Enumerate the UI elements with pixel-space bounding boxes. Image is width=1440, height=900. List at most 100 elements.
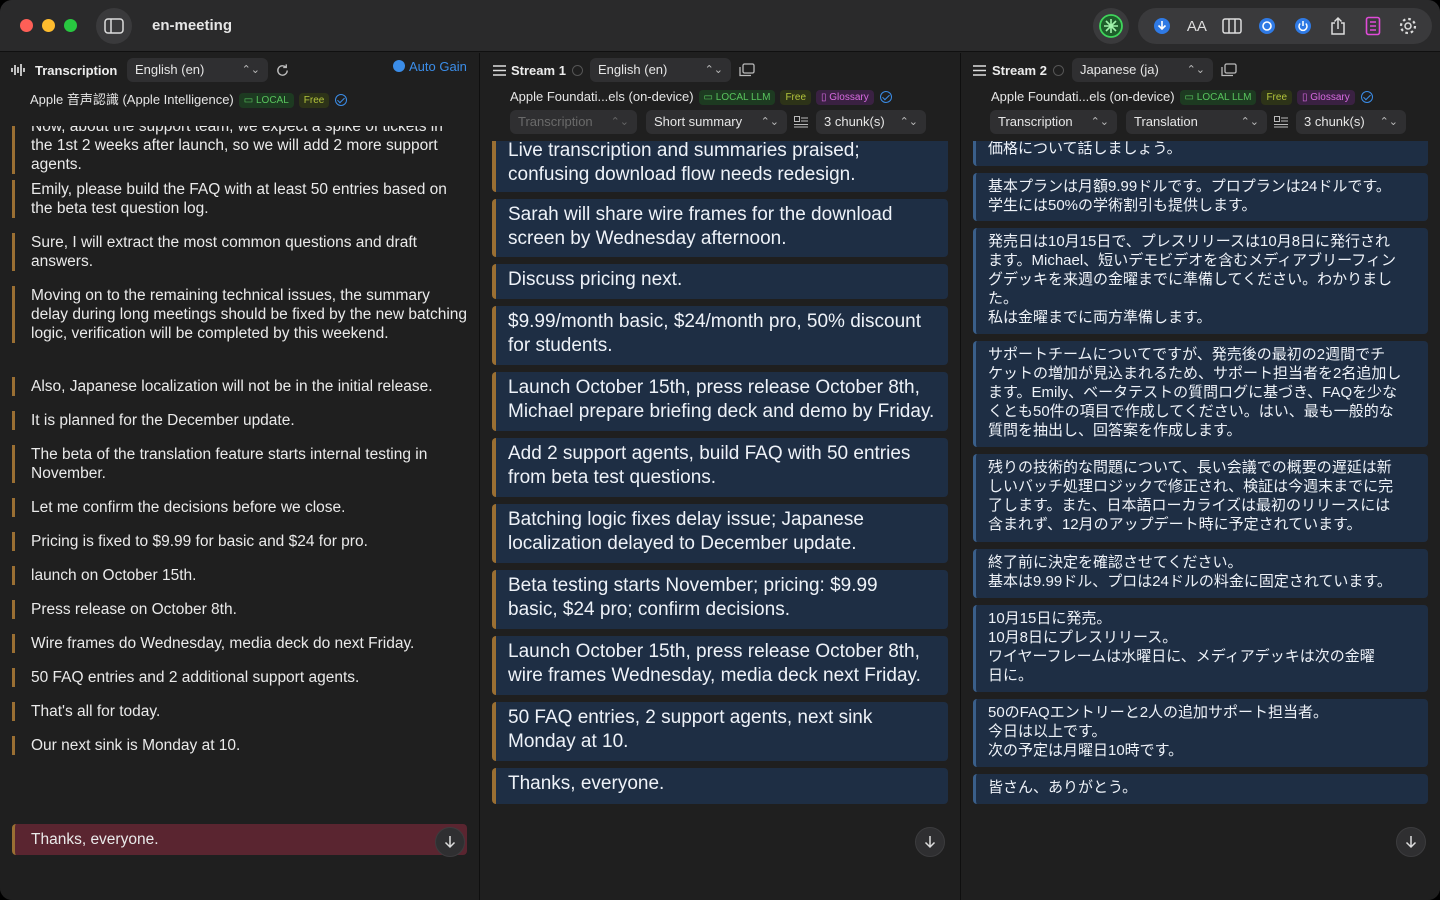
gear-icon [1400, 17, 1417, 35]
power-button[interactable] [1290, 13, 1316, 39]
auto-gain-icon [393, 60, 405, 72]
list-item[interactable]: The beta of the translation feature star… [12, 445, 467, 483]
engine-row[interactable]: Apple Foundati...els (on-device) ▭ LOCAL … [991, 89, 1373, 105]
window-title: en-meeting [152, 17, 233, 34]
local-badge: ▭ LOCAL [238, 93, 294, 108]
engine-name: Apple 音声認識 (Apple Intelligence) [30, 92, 234, 107]
translation-card[interactable]: 価格について話しましょう。 [973, 141, 1428, 166]
summary-card[interactable]: Live transcription and summaries praised… [492, 141, 948, 192]
chip-icon: ▭ [703, 92, 716, 103]
mode-select[interactable]: Translation ⌃⌄ [1126, 110, 1267, 134]
summary-card[interactable]: Add 2 support agents, build FAQ with 50 … [492, 438, 948, 497]
local-label: LOCAL LLM [1196, 92, 1252, 103]
copy-icon[interactable] [1221, 63, 1237, 77]
download-button[interactable] [1149, 13, 1175, 39]
chevron-updown-icon: ⌃⌄ [1240, 116, 1259, 128]
transcription-column: Transcription English (en) ⌃⌄ Auto Gain A… [0, 53, 479, 900]
waveform-icon [11, 64, 25, 76]
summary-card[interactable]: 50 FAQ entries, 2 support agents, next s… [492, 702, 948, 761]
transcript-list[interactable]: Now, about the support team, we expect a… [12, 126, 472, 886]
scroll-to-bottom-button[interactable] [435, 827, 465, 857]
chevron-updown-icon: ⌃⌄ [704, 64, 723, 76]
toolbar-group: AA [1138, 8, 1432, 44]
free-badge: Free [298, 93, 330, 108]
record-button[interactable] [1254, 13, 1280, 39]
translation-card[interactable]: 発売日は10月15日で、プレスリリースは10月8日に発行され ます。Michae… [973, 228, 1428, 334]
translation-card[interactable]: 基本プランは月額9.99ドルです。プロプランは24ドルです。 学生には50%の学… [973, 173, 1428, 221]
source-select[interactable]: Transcription ⌃⌄ [990, 110, 1117, 134]
scroll-to-bottom-button[interactable] [915, 827, 945, 857]
scroll-to-bottom-button[interactable] [1396, 827, 1426, 857]
language-select[interactable]: English (en) ⌃⌄ [127, 58, 268, 82]
list-item[interactable]: Pricing is fixed to $9.99 for basic and … [12, 532, 467, 551]
sidebar-toggle-button[interactable] [96, 8, 132, 44]
columns-button[interactable] [1219, 13, 1245, 39]
zoom-window-button[interactable] [64, 19, 77, 32]
list-item[interactable]: 50 FAQ entries and 2 additional support … [12, 668, 467, 687]
list-item[interactable]: launch on October 15th. [12, 566, 467, 585]
chunk-select[interactable]: 3 chunk(s) ⌃⌄ [816, 110, 926, 134]
list-item[interactable]: Wire frames do Wednesday, media deck do … [12, 634, 467, 653]
summary-list[interactable]: Live transcription and summaries praised… [492, 141, 952, 886]
summary-card[interactable]: Launch October 15th, press release Octob… [492, 636, 948, 695]
translation-card[interactable]: 皆さん、ありがとう。 [973, 774, 1428, 804]
auto-gain-label: Auto Gain [409, 59, 467, 74]
list-item[interactable]: Now, about the support team, we expect a… [12, 126, 467, 174]
check-circle-icon[interactable] [879, 91, 892, 103]
arrow-down-icon [1405, 836, 1417, 849]
list-item[interactable]: Sure, I will extract the most common que… [12, 233, 467, 271]
summary-card[interactable]: Discuss pricing next. [492, 264, 948, 299]
engine-name: Apple Foundati...els (on-device) [991, 89, 1175, 104]
list-item[interactable]: Moving on to the remaining technical iss… [12, 286, 467, 343]
arrow-down-icon [444, 836, 456, 849]
translation-list[interactable]: 価格について話しましょう。 基本プランは月額9.99ドルです。プロプランは24ド… [973, 141, 1433, 886]
chunk-select[interactable]: 3 chunk(s) ⌃⌄ [1296, 110, 1406, 134]
summary-card[interactable]: Batching logic fixes delay issue; Japane… [492, 504, 948, 563]
language-select[interactable]: English (en) ⌃⌄ [590, 58, 731, 82]
engine-row[interactable]: Apple 音声認識 (Apple Intelligence) ▭ LOCAL Fr… [30, 89, 348, 108]
notebook-button[interactable] [1360, 13, 1386, 39]
mode-select[interactable]: Short summary ⌃⌄ [646, 110, 787, 134]
chevron-updown-icon: ⌃⌄ [1090, 116, 1109, 128]
translation-card[interactable]: サポートチームについてですが、発売後の最初の2週間でチ ケットの増加が見込まれる… [973, 341, 1428, 447]
list-item[interactable]: Our next sink is Monday at 10. [12, 736, 467, 755]
glossary-badge: ▯ Glossary [1297, 90, 1355, 105]
font-size-button[interactable]: AA [1184, 13, 1210, 39]
mode-value: Short summary [654, 114, 743, 129]
check-circle-icon[interactable] [335, 94, 348, 106]
chunk-value: 3 chunk(s) [1304, 114, 1365, 129]
summary-card[interactable]: Sarah will share wire frames for the dow… [492, 199, 948, 257]
list-item[interactable]: Press release on October 8th. [12, 600, 467, 619]
minimize-window-button[interactable] [42, 19, 55, 32]
translation-card[interactable]: 終了前に決定を確認させてください。 基本は9.99ドル、プロは24ドルの料金に固… [973, 549, 1428, 598]
language-value: English (en) [598, 62, 668, 77]
refresh-icon[interactable] [275, 63, 290, 78]
summary-card[interactable]: Thanks, everyone. [492, 768, 948, 804]
list-item[interactable]: Emily, please build the FAQ with at leas… [12, 180, 467, 218]
live-mode-button[interactable] [1093, 8, 1129, 44]
chevron-updown-icon: ⌃⌄ [760, 116, 779, 128]
list-item[interactable]: Let me confirm the decisions before we c… [12, 498, 467, 517]
free-badge: Free [780, 90, 811, 105]
engine-row[interactable]: Apple Foundati...els (on-device) ▭ LOCAL … [510, 89, 892, 105]
translation-card[interactable]: 50のFAQエントリーと2人の追加サポート担当者。 今日は以上です。 次の予定は… [973, 699, 1428, 767]
list-item-highlighted[interactable]: Thanks, everyone. [12, 824, 467, 855]
translation-card[interactable]: 10月15日に発売。 10月8日にプレスリリース。 ワイヤーフレームは水曜日に、… [973, 605, 1428, 692]
close-window-button[interactable] [20, 19, 33, 32]
summary-card[interactable]: $9.99/month basic, $24/month pro, 50% di… [492, 306, 948, 365]
summary-card[interactable]: Beta testing starts November; pricing: $… [492, 570, 948, 629]
share-icon [1331, 16, 1345, 35]
list-item[interactable]: It is planned for the December update. [12, 411, 467, 430]
share-button[interactable] [1325, 13, 1351, 39]
auto-gain-toggle[interactable]: Auto Gain [393, 59, 467, 74]
source-select[interactable]: Transcription ⌃⌄ [510, 110, 637, 134]
list-item[interactable]: That's all for today. [12, 702, 467, 721]
summary-card[interactable]: Launch October 15th, press release Octob… [492, 372, 948, 431]
copy-icon[interactable] [739, 63, 755, 77]
check-circle-icon[interactable] [1360, 91, 1373, 103]
list-item[interactable]: Also, Japanese localization will not be … [12, 377, 467, 396]
settings-button[interactable] [1395, 13, 1421, 39]
translation-card[interactable]: 残りの技術的な問題について、長い会議での概要の遅延は新 しいバッチ処理ロジックで… [973, 454, 1428, 542]
language-select[interactable]: Japanese (ja) ⌃⌄ [1072, 58, 1213, 82]
stream-1-column: Stream 1 English (en) ⌃⌄ Apple Foundati..… [480, 53, 960, 900]
